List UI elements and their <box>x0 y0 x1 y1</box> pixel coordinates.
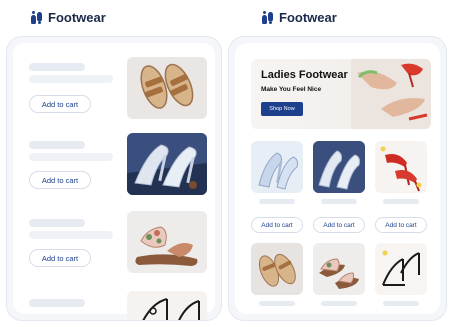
skeleton-title <box>29 63 85 71</box>
product-list[interactable]: Add to cart Add to cart Add to cart <box>13 43 215 320</box>
skeleton-title <box>259 199 295 204</box>
product-image-floral-slide[interactable] <box>127 211 207 273</box>
skeleton-title <box>259 301 295 306</box>
right-brand-logo: Footwear <box>261 10 337 25</box>
sandal-tan-icon <box>140 63 194 109</box>
add-to-cart-button[interactable]: Add to cart <box>29 249 91 267</box>
brand-name: Footwear <box>48 10 106 25</box>
product-image-black-strap-heels[interactable] <box>375 243 427 295</box>
add-to-cart-button[interactable]: Add to cart <box>313 217 365 233</box>
banner-title: Ladies Footwear <box>261 69 348 81</box>
skeleton-text <box>29 75 113 83</box>
heels-black-strap-icon <box>142 298 200 320</box>
add-to-cart-button[interactable]: Add to cart <box>29 95 91 113</box>
heels-blue-icon <box>258 152 298 190</box>
home-screen[interactable]: Ladies Footwear Make You Feel Nice Shop … <box>235 43 440 314</box>
add-to-cart-button[interactable]: Add to cart <box>375 217 427 233</box>
left-brand-logo: Footwear <box>30 10 106 25</box>
left-phone-screen: Add to cart Add to cart Add to cart <box>6 36 222 321</box>
heels-white-lace-icon <box>313 141 365 193</box>
product-image-black-strap-heels[interactable] <box>127 291 207 320</box>
heels-black-strap-icon <box>382 250 420 286</box>
shop-now-button[interactable]: Shop Now <box>261 102 303 116</box>
banner-subtitle: Make You Feel Nice <box>261 86 322 93</box>
product-image-brown-slide[interactable] <box>313 243 365 295</box>
product-image-tan-sandal[interactable] <box>251 243 303 295</box>
skeleton-title <box>321 199 357 204</box>
promo-banner[interactable]: Ladies Footwear Make You Feel Nice Shop … <box>251 59 431 129</box>
product-image-blue-heels[interactable] <box>251 141 303 193</box>
banner-model-legs-image <box>351 59 431 129</box>
footprint-icon <box>30 10 44 25</box>
slide-floral-icon <box>135 226 198 266</box>
product-image-lace-heels[interactable] <box>127 133 207 195</box>
skeleton-title <box>29 299 85 307</box>
skeleton-title <box>29 219 85 227</box>
skeleton-text <box>29 231 113 239</box>
product-image-lace-heels[interactable] <box>313 141 365 193</box>
heels-red-icon <box>380 146 422 192</box>
skeleton-title <box>321 301 357 306</box>
skeleton-title <box>29 141 85 149</box>
brand-name: Footwear <box>279 10 337 25</box>
add-to-cart-button[interactable]: Add to cart <box>29 171 91 189</box>
add-to-cart-button[interactable]: Add to cart <box>251 217 303 233</box>
sandal-tan-icon <box>258 253 296 287</box>
product-image-red-heels[interactable] <box>375 141 427 193</box>
slide-brown-icon <box>319 258 359 289</box>
product-image-sandal[interactable] <box>127 57 207 119</box>
skeleton-text <box>29 153 113 161</box>
skeleton-title <box>383 301 419 306</box>
skeleton-title <box>383 199 419 204</box>
heels-white-lace-icon <box>127 133 207 195</box>
right-phone-screen: Ladies Footwear Make You Feel Nice Shop … <box>228 36 447 321</box>
footprint-icon <box>261 10 275 25</box>
